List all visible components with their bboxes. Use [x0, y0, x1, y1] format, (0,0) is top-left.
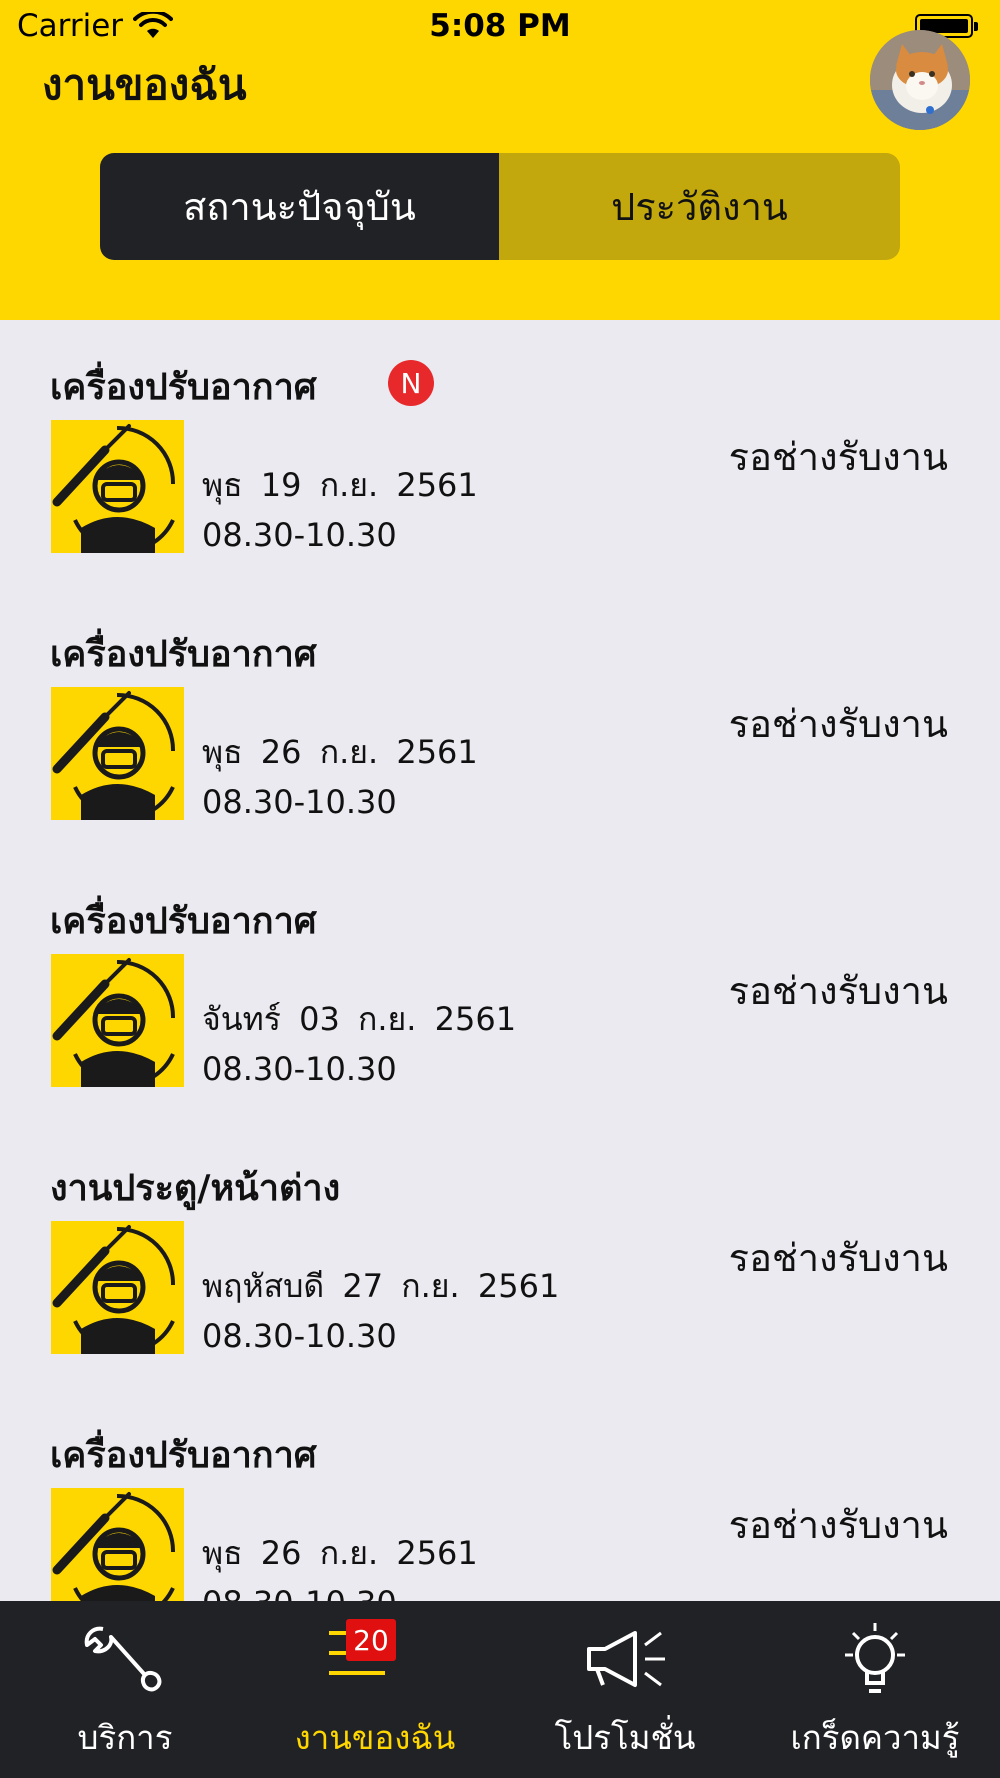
bottom-tab-bar: บริการ 20 งานของฉัน โปรโมชั่น เกร็ดความร…: [0, 1601, 1000, 1778]
tab-label: โปรโมชั่น: [554, 1718, 696, 1757]
job-time: 08.30-10.30: [202, 1317, 397, 1355]
notification-badge: 20: [346, 1619, 396, 1661]
tab-services[interactable]: บริการ: [0, 1601, 250, 1778]
job-title: เครื่องปรับอากาศ: [50, 901, 317, 942]
status-bar: Carrier 5:08 PM: [0, 0, 1000, 55]
job-date: พุธ 26 ก.ย. 2561: [202, 1534, 478, 1572]
job-title: งานประตู/หน้าต่าง: [50, 1168, 341, 1209]
job-title: เครื่องปรับอากาศ: [50, 634, 317, 675]
tab-my-jobs[interactable]: 20 งานของฉัน: [250, 1601, 500, 1778]
job-status: รอช่างรับงาน: [728, 1236, 948, 1280]
job-list-item[interactable]: เครื่องปรับอากาศ พุธ 26 ก.ย. 2561 08.30-…: [0, 1388, 1000, 1622]
job-status: รอช่างรับงาน: [728, 969, 948, 1013]
technician-icon: [51, 420, 184, 554]
tab-label: งานของฉัน: [294, 1718, 456, 1757]
status-segmented-control: สถานะปัจจุบัน ประวัติงาน: [100, 153, 900, 260]
job-status: รอช่างรับงาน: [728, 435, 948, 479]
job-date: พุธ 19 ก.ย. 2561: [202, 466, 478, 504]
technician-icon: [51, 954, 184, 1088]
megaphone-icon: [587, 1631, 665, 1687]
technician-icon: [51, 1221, 184, 1355]
new-badge: N: [388, 360, 434, 406]
page-title: งานของฉัน: [42, 60, 247, 109]
job-title: เครื่องปรับอากาศ: [50, 367, 317, 408]
job-date: จันทร์ 03 ก.ย. 2561: [202, 1000, 517, 1038]
job-list-item[interactable]: เครื่องปรับอากาศ จันทร์ 03 ก.ย. 2561 08.…: [0, 854, 1000, 1088]
tab-knowledge[interactable]: เกร็ดความรู้: [750, 1601, 1000, 1778]
tab-promotions[interactable]: โปรโมชั่น: [500, 1601, 750, 1778]
header: Carrier 5:08 PM งานของฉัน สถานะปัจจุบัน: [0, 0, 1000, 320]
job-time: 08.30-10.30: [202, 516, 397, 554]
job-title: เครื่องปรับอากาศ: [50, 1435, 317, 1476]
lightbulb-icon: [845, 1623, 905, 1693]
job-time: 08.30-10.30: [202, 1050, 397, 1088]
status-time: 5:08 PM: [429, 8, 571, 44]
job-date: พุธ 26 ก.ย. 2561: [202, 733, 478, 771]
wrench-icon: [84, 1626, 162, 1692]
job-list-item[interactable]: เครื่องปรับอากาศ N พุธ 19 ก.ย. 2561 08.3…: [0, 320, 1000, 554]
job-time: 08.30-10.30: [202, 783, 397, 821]
job-list-item[interactable]: เครื่องปรับอากาศ พุธ 26 ก.ย. 2561 08.30-…: [0, 587, 1000, 821]
tab-current-status[interactable]: สถานะปัจจุบัน: [100, 153, 499, 260]
job-date: พฤหัสบดี 27 ก.ย. 2561: [202, 1267, 560, 1305]
technician-icon: [51, 687, 184, 821]
tab-label: เกร็ดความรู้: [790, 1718, 960, 1757]
job-list-item[interactable]: งานประตู/หน้าต่าง พฤหัสบดี 27 ก.ย. 2561 …: [0, 1121, 1000, 1355]
job-status: รอช่างรับงาน: [728, 1503, 948, 1547]
tab-label: บริการ: [77, 1718, 173, 1757]
tab-history[interactable]: ประวัติงาน: [499, 153, 900, 260]
job-status: รอช่างรับงาน: [728, 702, 948, 746]
user-avatar[interactable]: [870, 30, 970, 130]
